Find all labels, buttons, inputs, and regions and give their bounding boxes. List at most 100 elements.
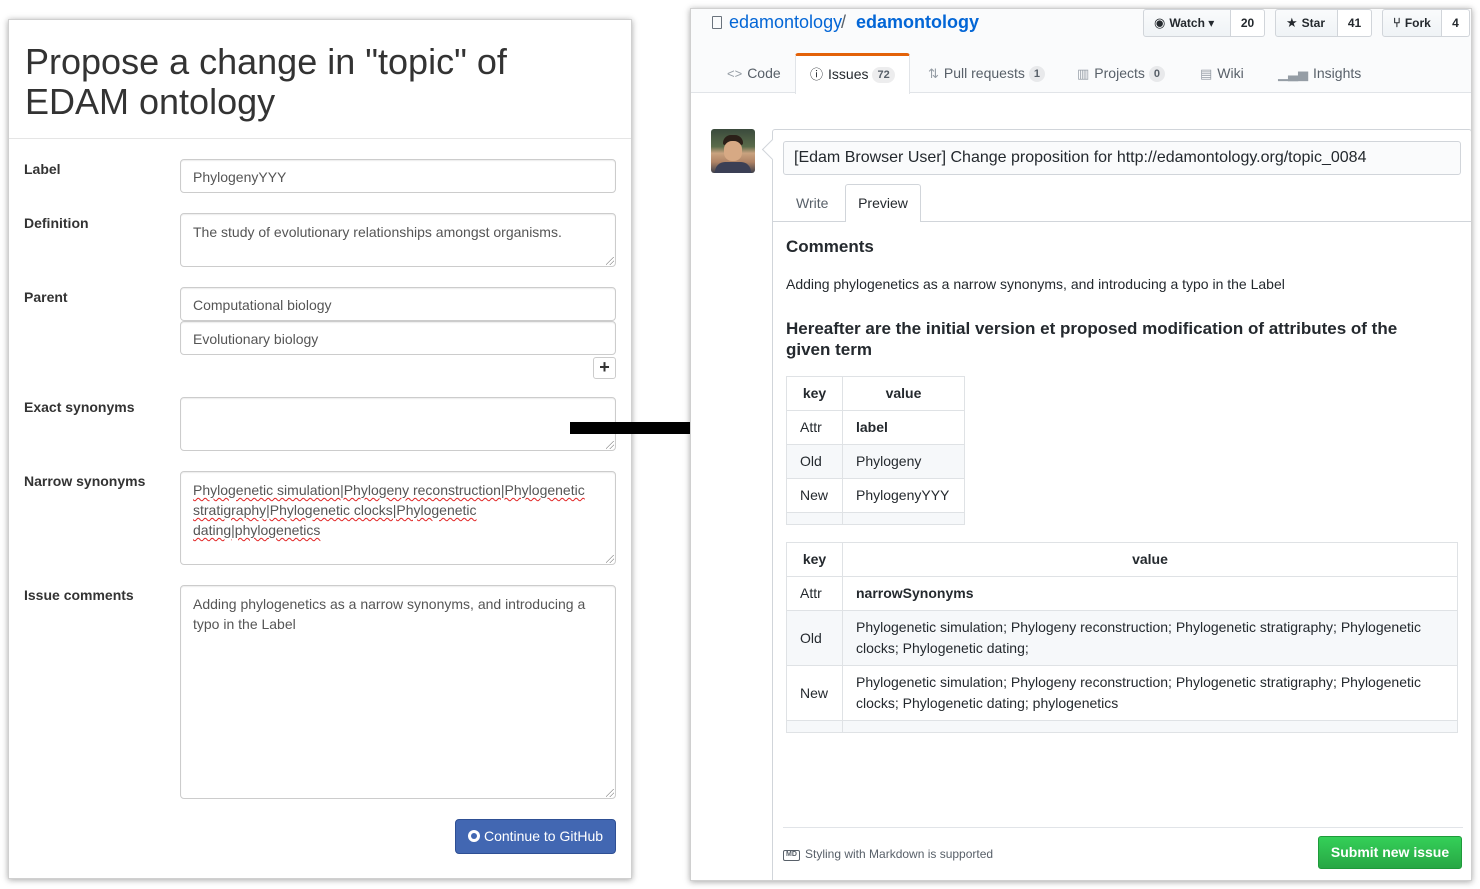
code-icon: <> xyxy=(727,66,743,81)
table-header: key xyxy=(786,376,843,411)
tab-pull-requests[interactable]: ⇅ Pull requests 1 xyxy=(928,53,1045,94)
form-header: Propose a change in "topic" of EDAM onto… xyxy=(9,20,631,139)
table-header: value xyxy=(842,376,965,411)
fork-count[interactable]: 4 xyxy=(1442,9,1470,37)
issue-comments-caption: Issue comments xyxy=(24,587,134,603)
table-cell: Attr xyxy=(786,410,843,445)
table-row: Old Phylogeny xyxy=(786,444,965,479)
resize-handle[interactable] xyxy=(606,441,614,449)
add-parent-button[interactable]: + xyxy=(593,357,616,379)
edam-proposal-form: Propose a change in "topic" of EDAM onto… xyxy=(8,19,632,879)
tab-preview[interactable]: Preview xyxy=(845,184,921,222)
repo-owner-link[interactable]: edamontology xyxy=(729,12,842,33)
project-icon: ▥ xyxy=(1077,66,1090,81)
table-header: value xyxy=(842,542,1458,577)
markdown-note-link[interactable]: Styling with Markdown is supported xyxy=(805,847,993,861)
fork-button[interactable]: ⑂ Fork xyxy=(1382,9,1442,37)
footer-divider xyxy=(783,827,1463,828)
issue-comments-field[interactable]: Adding phylogenetics as a narrow synonym… xyxy=(180,585,616,799)
narrow-synonyms-text: Phylogenetic simulation|Phylogeny recons… xyxy=(193,482,585,538)
tab-projects[interactable]: ▥ Projects 0 xyxy=(1077,53,1165,94)
repo-header: edamontology / edamontology ◉ Watch ▾ 20 … xyxy=(691,9,1471,94)
tab-label: Insights xyxy=(1313,65,1362,81)
table-header: key xyxy=(786,542,843,577)
exact-synonyms-field[interactable] xyxy=(180,397,616,451)
watch-label: Watch xyxy=(1169,16,1205,30)
star-icon: ★ xyxy=(1286,15,1298,30)
table-cell: New xyxy=(786,665,843,721)
github-new-issue-page: edamontology / edamontology ◉ Watch ▾ 20 … xyxy=(690,8,1472,881)
table-cell: Phylogenetic simulation; Phylogeny recon… xyxy=(842,665,1458,721)
issue-title-input[interactable]: [Edam Browser User] Change proposition f… xyxy=(783,141,1461,175)
tab-label: Issues xyxy=(828,66,869,82)
star-label: Star xyxy=(1301,16,1325,30)
narrow-synonyms-caption: Narrow synonyms xyxy=(24,473,146,489)
book-icon: ▤ xyxy=(1200,66,1213,81)
tab-write[interactable]: Write xyxy=(796,193,828,213)
tab-label: Code xyxy=(747,65,781,81)
repo-separator: / xyxy=(841,12,847,32)
table-row: New PhylogenyYYY xyxy=(786,478,965,513)
definition-text: The study of evolutionary relationships … xyxy=(193,224,562,240)
watch-count[interactable]: 20 xyxy=(1231,9,1265,37)
comments-text: Adding phylogenetics as a narrow synonym… xyxy=(786,276,1285,292)
parent-field-2[interactable]: Evolutionary biology xyxy=(180,321,616,355)
tab-counter: 0 xyxy=(1148,66,1165,82)
resize-handle[interactable] xyxy=(606,257,614,265)
table-row: Old Phylogenetic simulation; Phylogeny r… xyxy=(786,610,1458,666)
watch-button[interactable]: ◉ Watch ▾ xyxy=(1143,9,1231,37)
github-icon xyxy=(467,830,480,842)
label-field[interactable]: PhylogenyYYY xyxy=(180,159,616,193)
resize-handle[interactable] xyxy=(606,789,614,797)
comments-heading: Comments xyxy=(786,237,874,256)
pull-request-icon: ⇅ xyxy=(928,66,939,81)
attribute-table-label: key value Attr label Old Phylogeny New P… xyxy=(786,376,965,525)
repo-icon xyxy=(712,16,722,29)
definition-field[interactable]: The study of evolutionary relationships … xyxy=(180,213,616,267)
tab-wiki[interactable]: ▤ Wiki xyxy=(1200,53,1244,94)
parent-field-1[interactable]: Computational biology xyxy=(180,287,616,321)
hereafter-heading: Hereafter are the initial version et pro… xyxy=(786,319,1398,359)
continue-label: Continue to GitHub xyxy=(483,828,604,844)
fork-icon: ⑂ xyxy=(1393,15,1401,30)
parent-caption: Parent xyxy=(24,289,68,305)
caret-down-icon: ▾ xyxy=(1208,16,1215,30)
table-row xyxy=(786,512,965,525)
narrow-synonyms-field[interactable]: Phylogenetic simulation|Phylogeny recons… xyxy=(180,471,616,565)
table-cell: Old xyxy=(786,610,843,666)
tab-label: Pull requests xyxy=(943,65,1025,81)
repo-name-link[interactable]: edamontology xyxy=(856,12,979,33)
table-row: Attr narrowSynonyms xyxy=(786,576,1458,611)
continue-to-github-button[interactable]: Continue to GitHub xyxy=(455,819,616,854)
tab-issues[interactable]: ⓘ Issues 72 xyxy=(795,53,910,94)
tab-insights[interactable]: ▁▃▅ Insights xyxy=(1278,53,1361,94)
eye-icon: ◉ xyxy=(1154,15,1166,30)
arrow-shaft xyxy=(570,422,710,434)
resize-handle[interactable] xyxy=(606,555,614,563)
page-title: Propose a change in "topic" of EDAM onto… xyxy=(25,41,507,122)
table-row xyxy=(786,720,1458,733)
table-row: New Phylogenetic simulation; Phylogeny r… xyxy=(786,665,1458,721)
avatar xyxy=(711,129,755,173)
tab-label: Wiki xyxy=(1217,65,1244,81)
label-caption: Label xyxy=(24,161,61,177)
tab-counter: 1 xyxy=(1028,66,1045,82)
star-button[interactable]: ★ Star xyxy=(1275,9,1338,37)
tab-counter: 72 xyxy=(872,67,895,83)
fork-label: Fork xyxy=(1404,16,1431,30)
issue-icon: ⓘ xyxy=(810,67,824,82)
table-cell: New xyxy=(786,478,843,513)
star-count[interactable]: 41 xyxy=(1338,9,1372,37)
table-cell: PhylogenyYYY xyxy=(842,478,965,513)
definition-caption: Definition xyxy=(24,215,89,231)
table-cell: Phylogenetic simulation; Phylogeny recon… xyxy=(842,610,1458,666)
tab-label: Projects xyxy=(1094,65,1145,81)
graph-icon: ▁▃▅ xyxy=(1278,66,1308,81)
table-cell: label xyxy=(842,410,965,445)
attribute-table-narrow-synonyms: key value Attr narrowSynonyms Old Phylog… xyxy=(786,542,1458,733)
new-issue-form: [Edam Browser User] Change proposition f… xyxy=(772,129,1471,880)
table-cell: Old xyxy=(786,444,843,479)
table-cell: narrowSynonyms xyxy=(842,576,1458,611)
tab-code[interactable]: <> Code xyxy=(727,53,781,94)
submit-new-issue-button[interactable]: Submit new issue xyxy=(1318,836,1462,869)
